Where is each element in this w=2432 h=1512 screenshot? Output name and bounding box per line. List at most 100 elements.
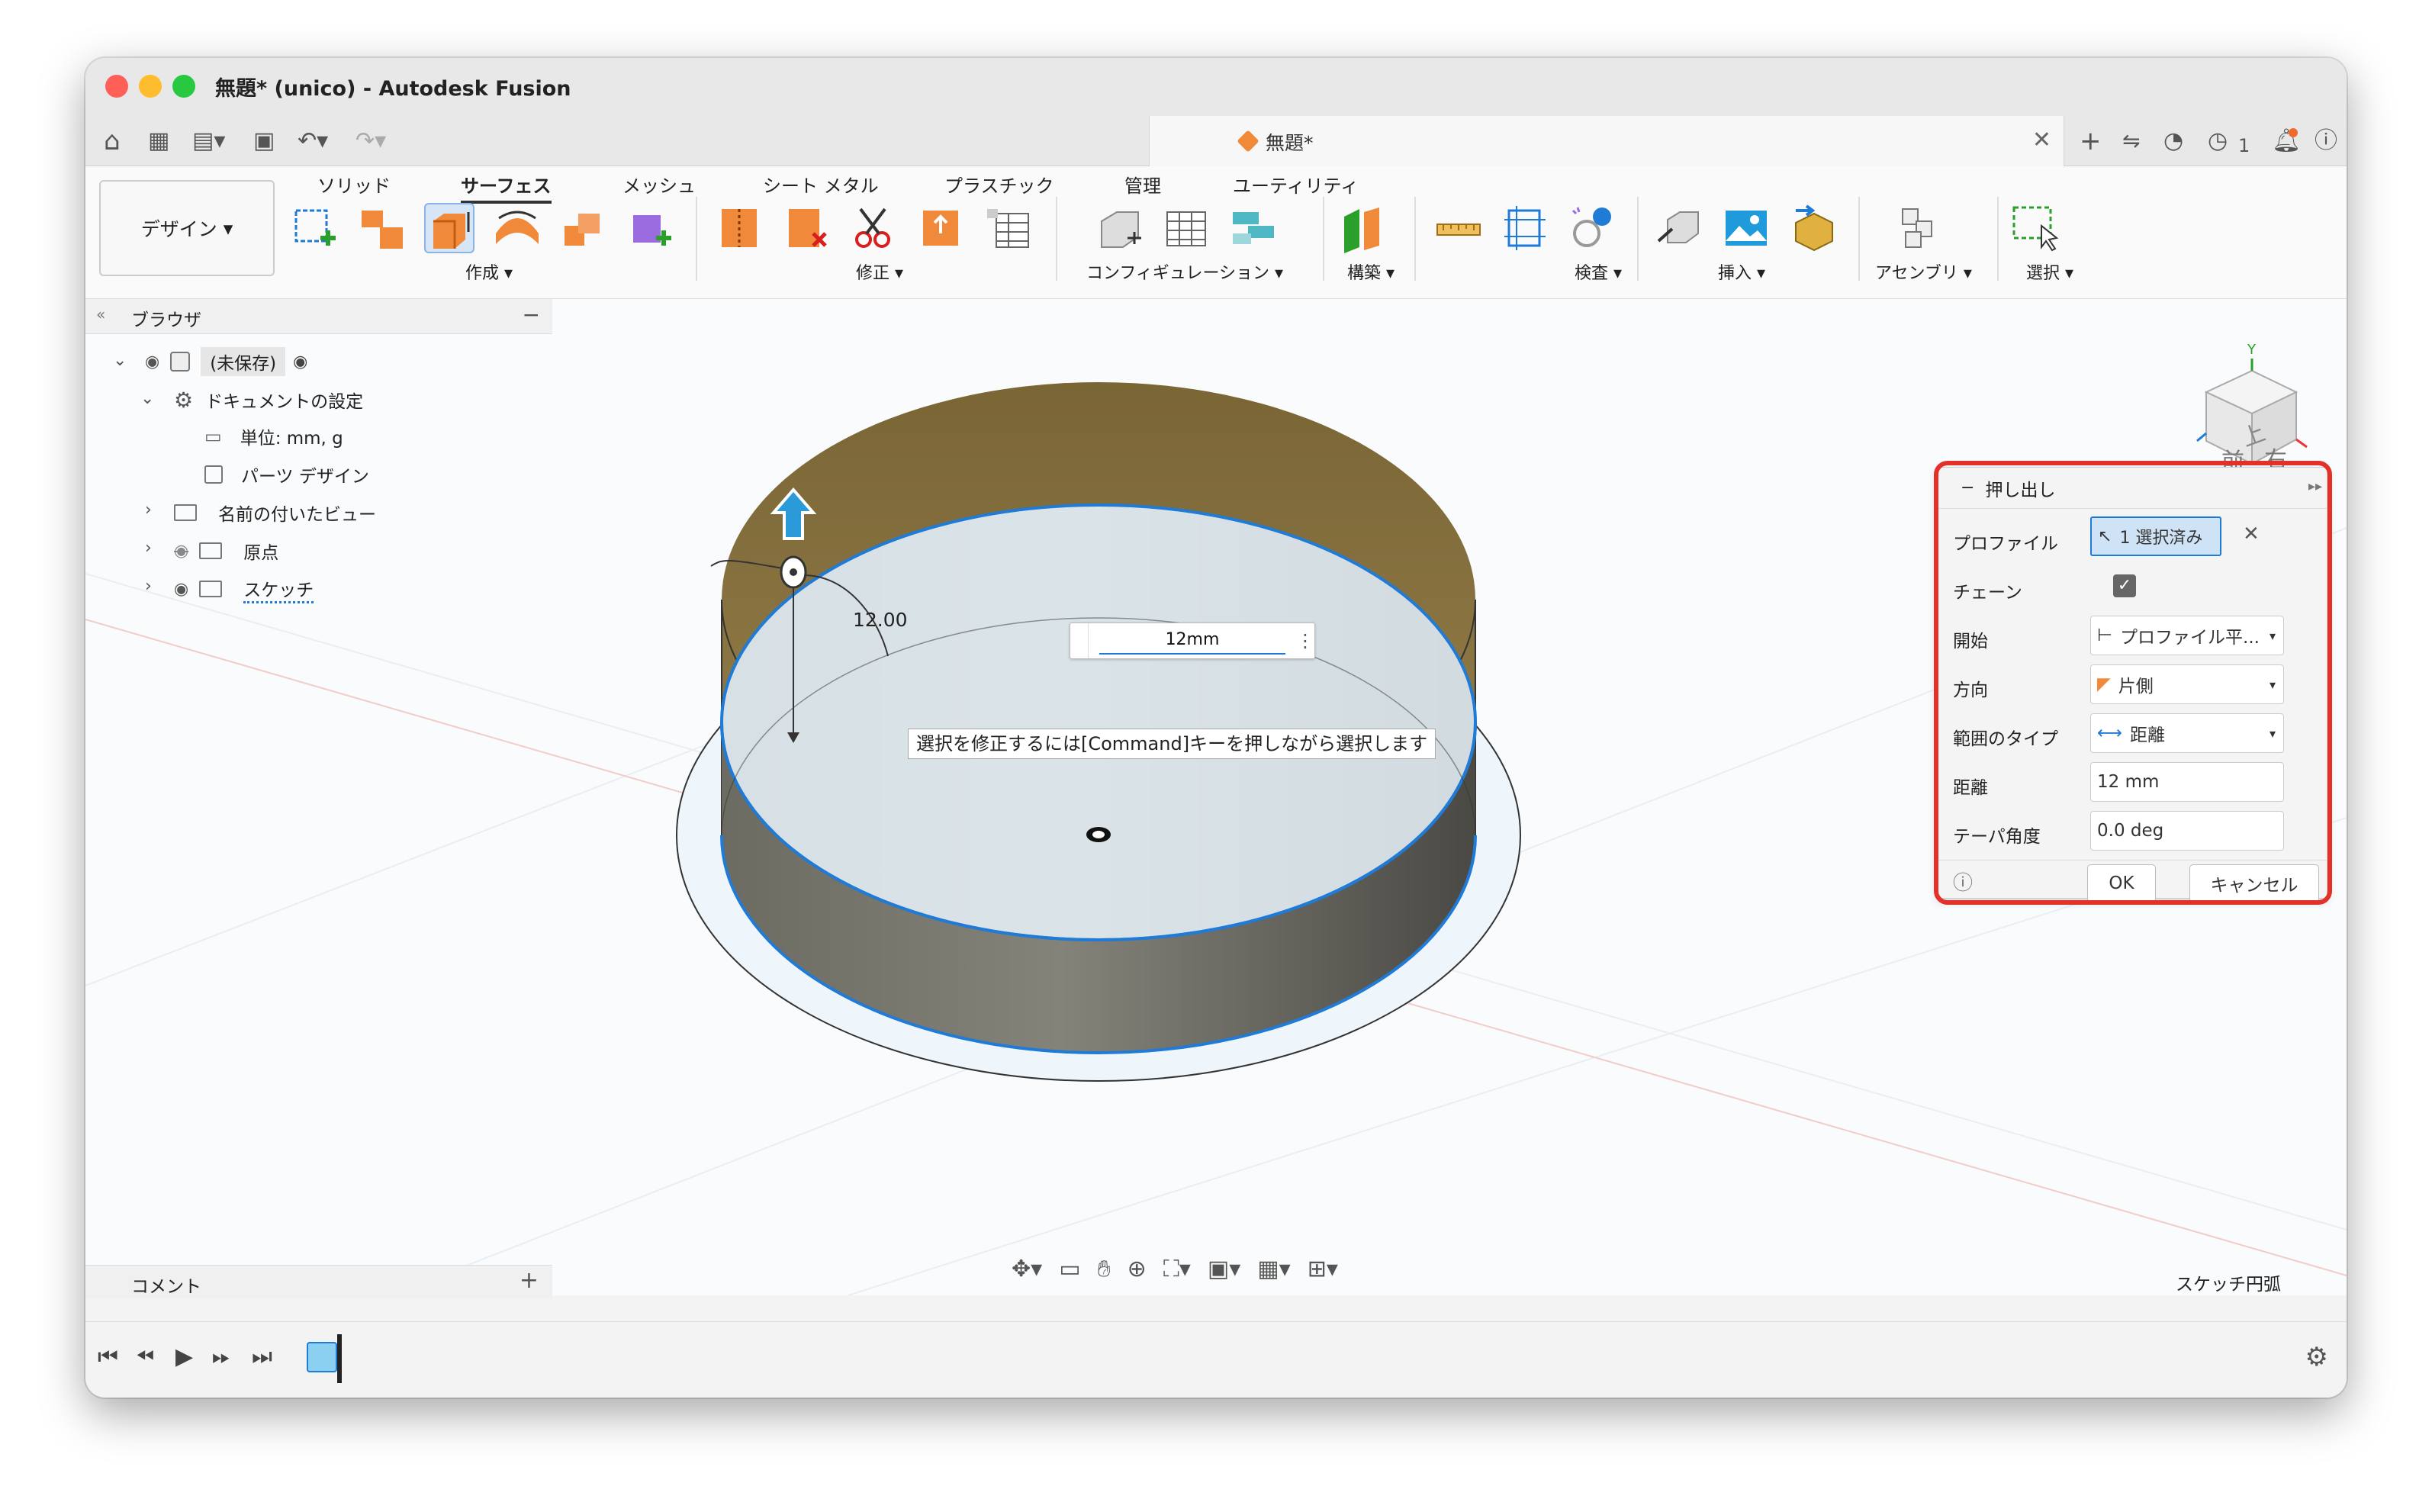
zoom-icon[interactable]: ⊕ <box>1128 1256 1147 1282</box>
unstitch-button[interactable] <box>781 203 832 253</box>
select-button[interactable] <box>2009 203 2060 253</box>
close-window-button[interactable] <box>105 75 128 98</box>
extrude-button[interactable] <box>424 203 474 253</box>
chevron-down-icon[interactable]: ⌄ <box>113 351 127 370</box>
distance-heads-up-input[interactable]: 12mm ⋮ <box>1070 622 1315 659</box>
browser-root-item[interactable]: ◉ (未保存) ◉ <box>145 346 307 377</box>
tab-plastic[interactable]: プラスチック <box>944 171 1054 198</box>
app-grid-icon[interactable]: ▦ <box>148 127 169 156</box>
workspace-switcher-button[interactable]: デザイン ▾ <box>99 180 275 276</box>
activate-radio-icon[interactable]: ◉ <box>293 352 307 372</box>
browser-item-sketches[interactable]: ◉ スケッチ <box>174 574 314 604</box>
look-at-icon[interactable]: ▭ <box>1059 1256 1080 1282</box>
save-icon[interactable]: ▣ <box>253 127 275 156</box>
create-sketch-button[interactable] <box>290 203 340 253</box>
offset-plane-button[interactable] <box>1337 203 1387 253</box>
step-back-icon[interactable]: ⏪︎ <box>136 1343 154 1370</box>
sweep-button[interactable] <box>558 203 609 253</box>
step-forward-icon[interactable]: ⏩︎ <box>212 1343 230 1370</box>
group-select-label[interactable]: 選択 ▾ <box>2026 259 2073 284</box>
insert-mesh-button[interactable] <box>1788 203 1838 253</box>
offset-button[interactable] <box>915 203 966 253</box>
grid-icon[interactable]: ▦▾ <box>1257 1256 1290 1282</box>
document-tab[interactable]: 無題* ✕ <box>1149 116 2064 166</box>
curvature-button[interactable] <box>1567 203 1617 253</box>
tab-solid[interactable]: ソリッド <box>317 171 391 198</box>
play-icon[interactable]: ▶︎ <box>175 1343 193 1370</box>
viewports-icon[interactable]: ⊞▾ <box>1308 1256 1338 1282</box>
more-options-icon[interactable]: ⋮ <box>1296 630 1314 651</box>
measure-button[interactable] <box>1433 203 1483 253</box>
tab-sheet-metal[interactable]: シート メタル <box>763 171 879 198</box>
tab-utilities[interactable]: ユーティリティ <box>1233 171 1359 198</box>
parameters-button[interactable] <box>983 203 1033 253</box>
stitch-button[interactable] <box>714 203 764 253</box>
chevron-down-icon[interactable]: ⌄ <box>140 389 154 408</box>
status-text: スケッチ円弧 <box>2176 1275 2281 1295</box>
chevron-right-icon[interactable]: › <box>145 539 152 558</box>
orbit-icon[interactable]: ✥▾ <box>1012 1256 1042 1282</box>
pan-hand-icon[interactable]: ✋︎ <box>1098 1256 1111 1282</box>
trim-button[interactable] <box>848 203 899 253</box>
timeline-marker[interactable] <box>337 1334 342 1383</box>
zoom-window-button[interactable] <box>172 75 195 98</box>
input-drag-handle[interactable] <box>1070 623 1089 658</box>
minimize-window-button[interactable] <box>139 75 162 98</box>
home-icon[interactable]: ⌂ <box>104 127 121 156</box>
eye-icon[interactable]: ◉ <box>145 352 159 372</box>
timeline-sketch-feature[interactable] <box>307 1342 337 1372</box>
browser-item-design-type[interactable]: パーツ デザイン <box>204 459 369 490</box>
group-inspect-label[interactable]: 検査 ▾ <box>1575 259 1622 284</box>
gear-icon: ⚙ <box>174 387 194 413</box>
browser-item-doc-settings[interactable]: ⚙ ドキュメントの設定 <box>174 384 363 415</box>
insert-derive-button[interactable] <box>1654 203 1704 253</box>
close-icon[interactable]: ✕ <box>2032 127 2051 153</box>
data-panel-icon[interactable]: ⇋ <box>2122 127 2140 156</box>
file-menu-icon[interactable]: ▤▾ <box>192 127 225 156</box>
separator <box>1997 197 1999 281</box>
tab-manage[interactable]: 管理 <box>1124 171 1161 198</box>
eye-hidden-icon[interactable]: ◉ <box>174 542 188 561</box>
browser-item-units[interactable]: ▭ 単位: mm, g <box>204 421 343 452</box>
extrude-surface-button[interactable] <box>357 203 407 253</box>
group-assembly-label[interactable]: アセンブリ ▾ <box>1875 259 1972 284</box>
tab-mesh[interactable]: メッシュ <box>622 171 696 198</box>
group-create-label[interactable]: 作成 ▾ <box>465 259 513 284</box>
eye-icon[interactable]: ◉ <box>174 580 188 599</box>
config-table-button[interactable] <box>1161 203 1211 253</box>
go-to-end-icon[interactable]: ⏭︎ <box>252 1343 272 1370</box>
group-insert-label[interactable]: 挿入 ▾ <box>1718 259 1765 284</box>
new-component-button[interactable] <box>1893 203 1944 253</box>
undo-icon[interactable]: ↶▾ <box>298 127 328 156</box>
new-tab-icon[interactable]: + <box>2080 127 2102 156</box>
group-construct-label[interactable]: 構築 ▾ <box>1347 259 1395 284</box>
loft-button[interactable] <box>626 203 676 253</box>
timeline-settings-gear-icon[interactable]: ⚙ <box>2305 1342 2328 1372</box>
distance-input-value[interactable]: 12mm <box>1099 627 1285 655</box>
add-comment-icon[interactable]: + <box>520 1267 539 1294</box>
tab-surface[interactable]: サーフェス <box>461 171 552 204</box>
group-config-label[interactable]: コンフィギュレーション ▾ <box>1086 259 1283 284</box>
browser-item-named-views[interactable]: 名前の付いたビュー <box>174 497 376 528</box>
selected-profile-top[interactable] <box>720 503 1477 941</box>
dimension-label[interactable]: 12.00 <box>853 609 908 631</box>
configure-button[interactable] <box>1094 203 1144 253</box>
redo-icon[interactable]: ↷▾ <box>355 127 386 156</box>
chevron-right-icon[interactable]: › <box>145 577 152 596</box>
config-theme-button[interactable] <box>1228 203 1279 253</box>
revolve-button[interactable] <box>491 203 542 253</box>
go-to-start-icon[interactable]: ⏮︎ <box>98 1343 118 1370</box>
minimize-panel-icon[interactable]: − <box>523 302 540 327</box>
extensions-icon[interactable]: ◔ <box>2163 127 2183 156</box>
help-icon[interactable]: ⓘ <box>2315 127 2337 156</box>
interference-button[interactable] <box>1500 203 1550 253</box>
display-settings-icon[interactable]: ▣▾ <box>1208 1256 1240 1282</box>
group-select-text: 選択 <box>2026 264 2060 283</box>
chevron-right-icon[interactable]: › <box>145 500 152 520</box>
insert-canvas-button[interactable] <box>1721 203 1771 253</box>
browser-item-origin[interactable]: ◉ 原点 <box>174 536 278 566</box>
collapse-panel-icon[interactable]: « <box>96 305 105 323</box>
group-modify-label[interactable]: 修正 ▾ <box>856 259 903 284</box>
fit-icon[interactable]: ⛶▾ <box>1163 1256 1191 1282</box>
job-status-icon[interactable]: ◷ <box>2208 127 2228 156</box>
